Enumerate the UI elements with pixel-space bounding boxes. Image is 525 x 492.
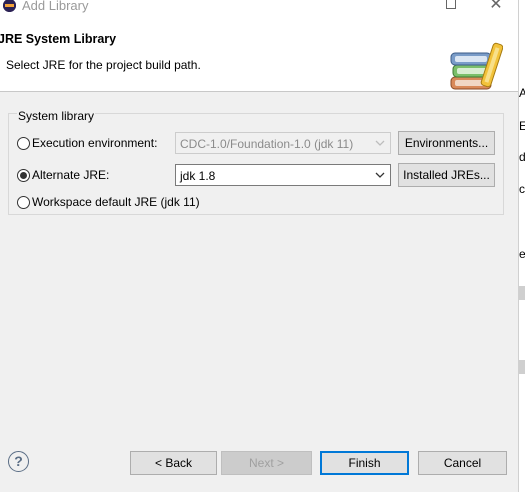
background-text: A [519,86,525,100]
page-title: JRE System Library [0,32,117,46]
wizard-header: JRE System Library Select JRE for the pr… [0,15,518,92]
help-icon[interactable]: ? [8,451,29,472]
alternate-jre-radio[interactable] [17,169,30,182]
alternate-jre-label: Alternate JRE: [32,168,110,182]
environments-button[interactable]: Environments... [398,131,495,155]
close-icon[interactable]: ✕ [486,0,506,15]
title-bar: Add Library ✕ [0,0,518,15]
chevron-down-icon [375,140,385,146]
workspace-default-radio[interactable] [17,196,30,209]
chevron-down-icon [375,172,385,178]
finish-button[interactable]: Finish [320,451,409,475]
background-text: e [519,247,525,261]
installed-jres-button[interactable]: Installed JREs... [398,163,495,187]
execution-environment-value: CDC-1.0/Foundation-1.0 (jdk 11) [180,137,354,151]
background-block [519,286,525,300]
alternate-jre-value: jdk 1.8 [180,169,216,183]
eclipse-icon [3,0,16,12]
add-library-dialog: Add Library ✕ JRE System Library Select … [0,0,518,492]
background-window: A E d c e [518,0,525,492]
workspace-default-label: Workspace default JRE (jdk 11) [32,195,200,209]
execution-environment-combo[interactable]: CDC-1.0/Foundation-1.0 (jdk 11) [175,132,391,154]
alternate-jre-combo[interactable]: jdk 1.8 [175,164,391,186]
library-books-icon [450,42,503,90]
window-title: Add Library [22,0,89,13]
background-text: c [519,182,525,196]
execution-environment-label: Execution environment: [32,136,158,150]
page-description: Select JRE for the project build path. [6,58,201,72]
back-button[interactable]: < Back [130,451,217,475]
background-text: E [519,119,525,133]
background-block [519,360,525,374]
background-text: d [519,150,525,164]
cancel-button[interactable]: Cancel [418,451,507,475]
maximize-icon[interactable] [446,0,456,9]
execution-environment-radio[interactable] [17,137,30,150]
group-label: System library [17,109,96,123]
next-button[interactable]: Next > [221,451,312,475]
